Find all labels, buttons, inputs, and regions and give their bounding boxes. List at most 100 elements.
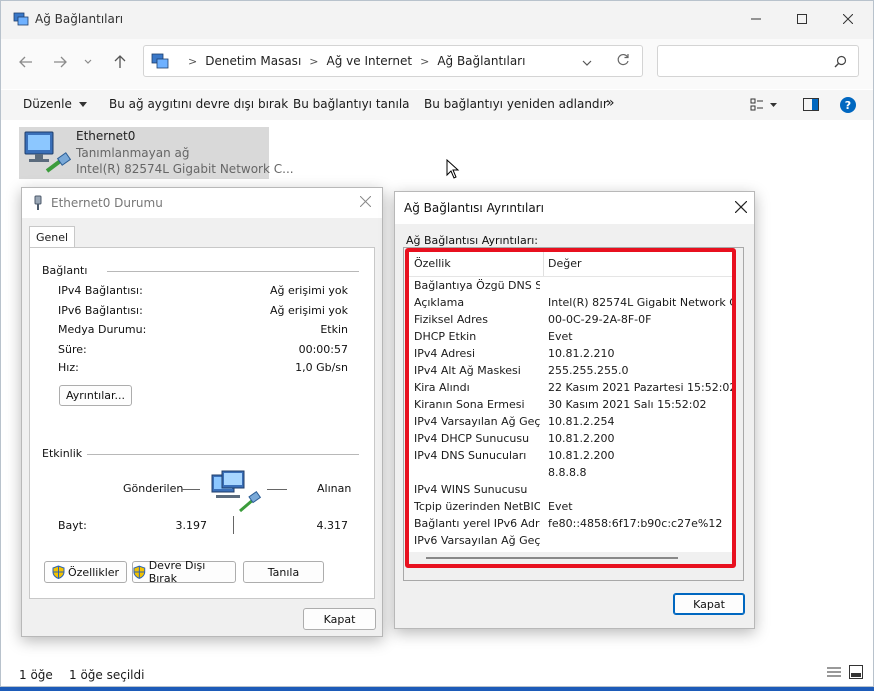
- forward-button[interactable]: [49, 51, 71, 73]
- table-row[interactable]: Tcpip üzerinden NetBIO... Evet: [414, 500, 732, 517]
- sent-label: Gönderilen: [123, 482, 184, 495]
- mouse-cursor-icon: [446, 159, 460, 179]
- breadcrumb-control-panel[interactable]: Denetim Masası: [205, 54, 301, 68]
- title-bar: Ağ Bağlantıları: [1, 1, 873, 39]
- horizontal-scrollbar[interactable]: [408, 552, 732, 564]
- table-row[interactable]: Açıklama Intel(R) 82574L Gigabit Network …: [414, 296, 732, 313]
- divider: [107, 271, 359, 272]
- address-bar[interactable]: > Denetim Masası > Ağ ve Internet > Ağ B…: [143, 45, 643, 77]
- disable-button[interactable]: Devre Dışı Bırak: [132, 559, 236, 585]
- column-divider[interactable]: [543, 252, 544, 276]
- table-row[interactable]: IPv4 DHCP Sunucusu 10.81.2.200: [414, 432, 732, 449]
- properties-label: Özellikler: [67, 565, 120, 579]
- chevron-down-icon: [582, 60, 592, 66]
- maximize-icon: [797, 14, 807, 24]
- column-header-value[interactable]: Değer: [548, 257, 582, 270]
- row-property: Kiranın Sona Ermesi: [414, 398, 525, 411]
- row-property: Kira Alındı: [414, 381, 470, 394]
- refresh-icon: [617, 53, 629, 66]
- table-row[interactable]: IPv4 Adresi 10.81.2.210: [414, 347, 732, 364]
- diagnose-dialog-button[interactable]: Tanıla: [243, 561, 324, 583]
- table-row[interactable]: Kira Alındı 22 Kasım 2021 Pazartesi 15:52…: [414, 381, 732, 398]
- row-value: 10.81.2.254: [548, 415, 615, 428]
- breadcrumb-network-internet[interactable]: Ağ ve Internet: [327, 54, 413, 68]
- organize-menu[interactable]: Düzenle: [23, 97, 87, 111]
- disable-device-button[interactable]: Bu ağ aygıtını devre dışı bırak: [109, 97, 288, 111]
- row-property: IPv4 WINS Sunucusu: [414, 483, 528, 496]
- row-property: IPv4 Adresi: [414, 347, 476, 360]
- recent-locations-button[interactable]: [81, 51, 95, 73]
- row-value: Intel(R) 82574L Gigabit Network Conn: [548, 296, 732, 309]
- status-dialog-title: Ethernet0 Durumu: [51, 196, 163, 210]
- shield-icon: [52, 565, 65, 579]
- activity-computers-icon: [211, 470, 262, 513]
- column-header-property[interactable]: Özellik: [414, 257, 451, 270]
- details-view-button[interactable]: [827, 666, 841, 681]
- row-value: Evet: [548, 500, 573, 513]
- row-value: 8.8.8.8: [548, 466, 587, 479]
- table-row[interactable]: IPv4 Alt Ağ Maskesi 255.255.255.0: [414, 364, 732, 381]
- up-button[interactable]: [109, 51, 131, 73]
- organize-label: Düzenle: [23, 97, 72, 111]
- table-row[interactable]: Bağlantı yerel IPv6 Adresi fe80::4858:6f1…: [414, 517, 732, 534]
- activity-line-right: [267, 489, 287, 490]
- details-view-icon: [827, 667, 841, 677]
- shield-icon: [133, 565, 146, 579]
- close-window-button[interactable]: [825, 1, 871, 37]
- row-value: fe80::4858:6f17:b90c:c27e%12: [548, 517, 723, 530]
- network-adapter-icon: [24, 131, 71, 173]
- details-dialog-title: Ağ Bağlantısı Ayrıntıları: [404, 201, 544, 215]
- more-commands-button[interactable]: »: [606, 95, 615, 111]
- row-value: 10.81.2.200: [548, 432, 615, 445]
- table-row[interactable]: IPv4 Varsayılan Ağ Geçidi 10.81.2.254: [414, 415, 732, 432]
- table-row[interactable]: IPv6 Varsayılan Ağ Geçidi: [414, 534, 732, 551]
- maximize-button[interactable]: [779, 1, 825, 37]
- ethernet-plug-icon: [34, 195, 42, 210]
- activity-header: Etkinlik: [42, 447, 83, 460]
- details-button[interactable]: Ayrıntılar...: [59, 385, 132, 406]
- scrollbar-thumb[interactable]: [426, 557, 678, 559]
- view-options-button[interactable]: [750, 98, 778, 115]
- minimize-button[interactable]: [733, 1, 779, 37]
- status-close-button[interactable]: Kapat: [303, 608, 376, 630]
- field-label: IPv4 Bağlantısı:: [58, 284, 143, 297]
- properties-button[interactable]: Özellikler: [44, 561, 127, 583]
- table-row[interactable]: IPv4 DNS Sunucuları 10.81.2.200: [414, 449, 732, 466]
- bytes-sent: 3.197: [175, 519, 208, 532]
- address-dropdown-button[interactable]: [582, 56, 592, 70]
- table-row[interactable]: 8.8.8.8: [414, 466, 732, 483]
- rename-button[interactable]: Bu bağlantıyı yeniden adlandır: [424, 97, 608, 111]
- details-close-button[interactable]: Kapat: [673, 593, 745, 615]
- field-value: Etkin: [320, 323, 348, 336]
- activity-line-left: [182, 489, 200, 490]
- connection-header: Bağlantı: [42, 264, 88, 277]
- arrow-right-icon: [54, 56, 67, 68]
- arrow-up-icon: [114, 55, 126, 68]
- network-connections-icon: [13, 12, 29, 26]
- breadcrumb-network-connections[interactable]: Ağ Bağlantıları: [437, 54, 525, 68]
- search-icon: [834, 55, 847, 68]
- details-dialog-close-x[interactable]: [734, 200, 748, 216]
- tab-general[interactable]: Genel: [29, 226, 75, 248]
- field-label: IPv6 Bağlantısı:: [58, 304, 143, 317]
- refresh-button[interactable]: [616, 53, 630, 70]
- caret-down-icon: [78, 102, 87, 107]
- preview-pane-icon: [803, 98, 819, 111]
- table-row[interactable]: Kiranın Sona Ermesi 30 Kasım 2021 Salı 15…: [414, 398, 732, 415]
- preview-pane-button[interactable]: [803, 98, 819, 114]
- large-icons-view-button[interactable]: [849, 665, 863, 682]
- table-row[interactable]: IPv4 WINS Sunucusu: [414, 483, 732, 500]
- row-property: Bağlantı yerel IPv6 Adresi: [414, 517, 540, 530]
- search-input[interactable]: [657, 45, 859, 77]
- table-row[interactable]: Fiziksel Adres 00-0C-29-2A-8F-0F: [414, 313, 732, 330]
- diagnose-button[interactable]: Bu bağlantıyı tanıla: [293, 97, 410, 111]
- help-button[interactable]: ?: [839, 96, 857, 117]
- status-dialog-close-x[interactable]: [359, 195, 372, 210]
- row-property: IPv4 DNS Sunucuları: [414, 449, 527, 462]
- field-value: Ağ erişimi yok: [269, 284, 348, 297]
- details-group-label: Ağ Bağlantısı Ayrıntıları:: [406, 234, 538, 247]
- back-button[interactable]: [15, 51, 37, 73]
- details-list[interactable]: Özellik Değer Bağlantıya Özgü DNS S... Aç…: [407, 251, 733, 565]
- table-row[interactable]: Bağlantıya Özgü DNS S...: [414, 279, 732, 296]
- table-row[interactable]: DHCP Etkin Evet: [414, 330, 732, 347]
